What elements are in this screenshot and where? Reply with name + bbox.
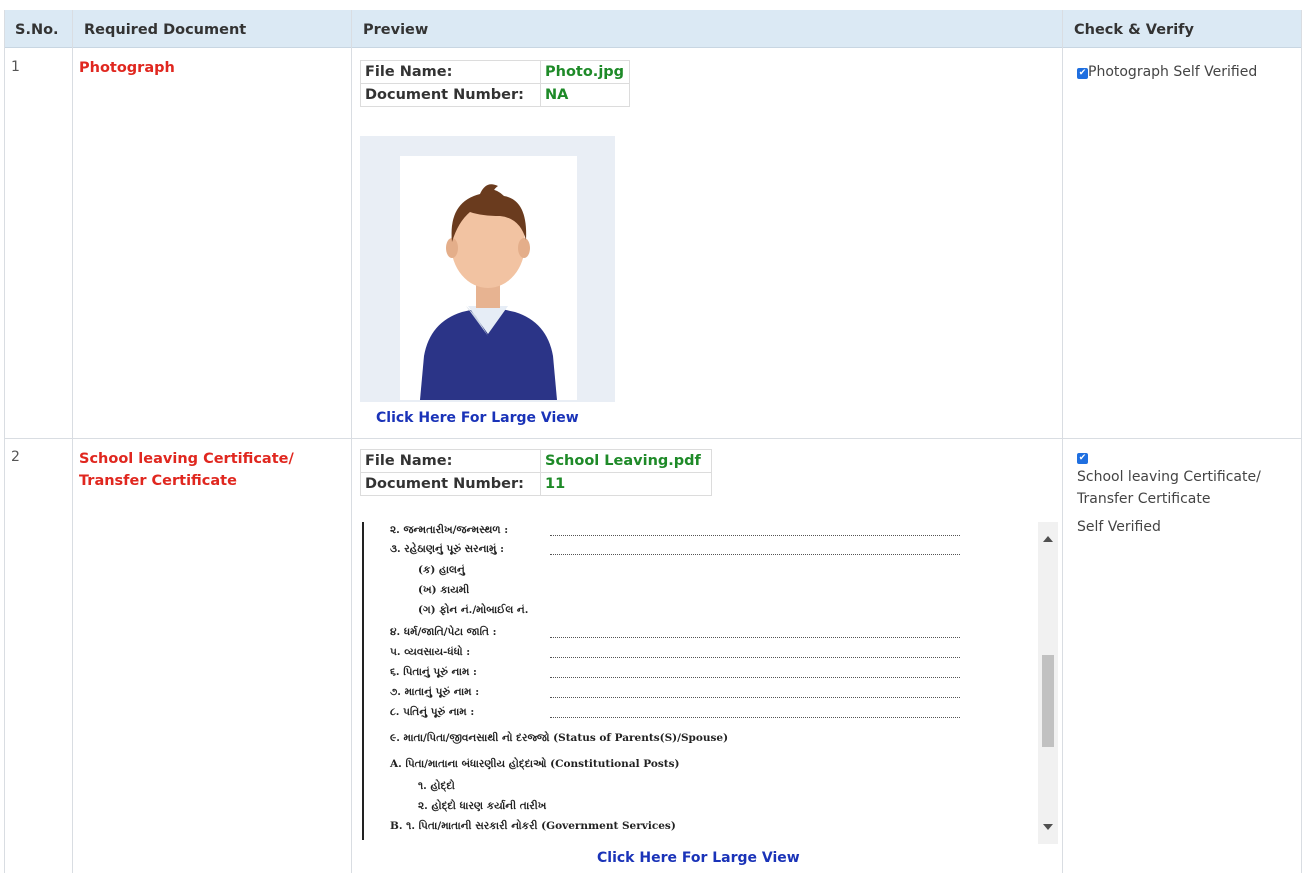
- pdf-text-line: A. પિતા/માતાના બંધારણીય હોદ્દાઓ (Constit…: [390, 758, 680, 770]
- large-view-link[interactable]: Click Here For Large View: [376, 410, 579, 426]
- pdf-text-line: ૩. રહેઠાણનું પૂરું સરનામું :: [390, 543, 504, 555]
- row-divider: [5, 438, 1301, 439]
- header-preview: Preview: [363, 22, 429, 38]
- verify-label: Photograph Self Verified: [1088, 64, 1258, 80]
- document-name-line: Transfer Certificate: [79, 473, 237, 489]
- doc-number-value: NA: [540, 83, 630, 107]
- column-divider: [72, 10, 73, 873]
- pdf-text-line: (ગ) ફોન નં./મોબાઈલ નં.: [418, 604, 529, 616]
- large-view-link[interactable]: Click Here For Large View: [597, 850, 800, 866]
- pdf-text-line: (ક) હાલનું: [418, 564, 465, 576]
- pdf-text-line: ૨. જન્મતારીખ/જન્મસ્થળ :: [390, 524, 509, 536]
- column-divider: [351, 10, 352, 873]
- pdf-text-line: ૨. હોદ્દો ધારણ કર્યાની તારીખ: [418, 800, 547, 812]
- header-check-verify: Check & Verify: [1074, 22, 1194, 38]
- pdf-page: ૨. જન્મતારીખ/જન્મસ્થળ : ૩. રહેઠાણનું પૂરુ…: [360, 522, 1038, 844]
- column-divider: [1062, 10, 1063, 873]
- verify-label: Transfer Certificate: [1077, 491, 1211, 507]
- scroll-down-icon[interactable]: [1043, 824, 1053, 830]
- document-name: School leaving Certificate/ Transfer Cer…: [79, 448, 294, 492]
- pdf-text-line: ૬. પિતાનું પૂરું નામ :: [390, 666, 477, 678]
- scroll-thumb[interactable]: [1042, 655, 1054, 747]
- document-name-line: School leaving Certificate/: [79, 451, 294, 467]
- pdf-text-line: ૪. ધર્મ/જાતિ/પેટા જાતિ :: [390, 626, 497, 638]
- pdf-text-line: ૧. હોદ્દો: [418, 780, 455, 792]
- table-header: S.No. Required Document Preview Check & …: [5, 10, 1301, 48]
- file-info-table: File Name: School Leaving.pdf Document N…: [360, 449, 712, 496]
- pdf-dotted-fill: [550, 554, 960, 555]
- file-name-value: School Leaving.pdf: [540, 449, 712, 473]
- verify-checkbox[interactable]: ✔: [1077, 453, 1088, 464]
- verify-school-leaving: ✔ School leaving Certificate/ Transfer C…: [1077, 446, 1261, 538]
- pdf-text-line: ૯. માતા/પિતા/જીવનસાથી નો દરજ્જો (Status …: [390, 732, 729, 744]
- pdf-dotted-fill: [550, 717, 960, 718]
- doc-number-value: 11: [540, 472, 712, 496]
- pdf-text-line: (ખ) કાયમી: [418, 584, 470, 596]
- verify-label: Self Verified: [1077, 519, 1161, 535]
- file-name-value: Photo.jpg: [540, 60, 630, 84]
- page-border: [362, 522, 364, 840]
- pdf-text-line: ૫. વ્યવસાય-ધંધો :: [390, 646, 471, 658]
- header-sno: S.No.: [15, 22, 59, 38]
- verify-label: School leaving Certificate/: [1077, 469, 1261, 485]
- pdf-dotted-fill: [550, 677, 960, 678]
- pdf-text-line: B. ૧. પિતા/માતાની સરકારી નોકરી (Governme…: [390, 820, 676, 832]
- person-avatar-icon: [420, 184, 557, 400]
- avatar: [400, 156, 577, 400]
- pdf-dotted-fill: [550, 657, 960, 658]
- file-name-label: File Name:: [360, 60, 541, 84]
- pdf-preview[interactable]: ૨. જન્મતારીખ/જન્મસ્થળ : ૩. રહેઠાણનું પૂરુ…: [360, 522, 1058, 844]
- verify-photograph: ✔ Photograph Self Verified: [1077, 61, 1257, 83]
- file-name-label: File Name:: [360, 449, 541, 473]
- photo-preview[interactable]: [360, 136, 615, 402]
- pdf-dotted-fill: [550, 637, 960, 638]
- scrollbar[interactable]: [1038, 522, 1058, 844]
- verify-checkbox-row: ✔: [1077, 446, 1261, 466]
- pdf-text-line: ૮. પતિનું પૂરું નામ :: [390, 706, 475, 718]
- doc-number-label: Document Number:: [360, 472, 541, 496]
- scroll-up-icon[interactable]: [1043, 536, 1053, 542]
- row-sno: 1: [11, 59, 20, 75]
- verify-checkbox[interactable]: ✔: [1077, 68, 1088, 79]
- file-info-table: File Name: Photo.jpg Document Number: NA: [360, 60, 630, 107]
- pdf-text-line: ૭. માતાનું પૂરું નામ :: [390, 686, 480, 698]
- document-name: Photograph: [79, 60, 175, 76]
- row-sno: 2: [11, 449, 20, 465]
- pdf-dotted-fill: [550, 535, 960, 536]
- pdf-dotted-fill: [550, 697, 960, 698]
- doc-number-label: Document Number:: [360, 83, 541, 107]
- header-required-document: Required Document: [84, 22, 247, 38]
